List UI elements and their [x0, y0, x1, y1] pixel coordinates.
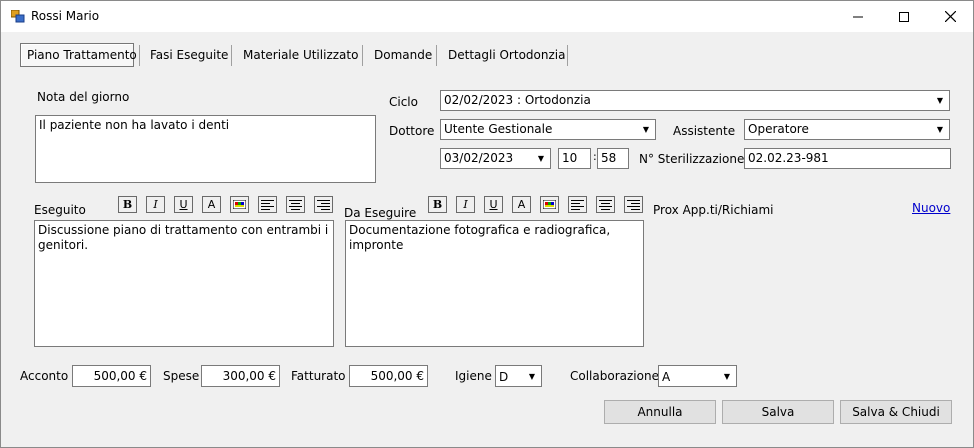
color-button[interactable] [540, 196, 559, 213]
align-right-button[interactable] [624, 196, 643, 213]
align-left-icon [571, 200, 584, 210]
maximize-button[interactable] [881, 1, 927, 32]
color-button[interactable] [230, 196, 249, 213]
chevron-down-icon: ▼ [642, 125, 650, 134]
nota-textarea[interactable]: Il paziente non ha lavato i denti [35, 115, 376, 183]
ciclo-label: Ciclo [389, 95, 418, 109]
dottore-label: Dottore [389, 124, 435, 138]
tab-domande[interactable]: Domande [368, 43, 438, 67]
da-eseguire-label: Da Eseguire [344, 206, 417, 220]
spese-label: Spese [163, 369, 200, 383]
acconto-input[interactable]: 500,00 € [72, 365, 151, 387]
bold-button[interactable]: B [118, 196, 137, 213]
sterilizzazione-label: N° Sterilizzazione [639, 152, 745, 166]
align-left-button[interactable] [568, 196, 587, 213]
annulla-button[interactable]: Annulla [604, 400, 716, 424]
tab-dettagli-ortodonzia[interactable]: Dettagli Ortodonzia [442, 43, 571, 67]
ciclo-value: 02/02/2023 : Ortodonzia [444, 93, 591, 107]
underline-button[interactable]: U [484, 196, 503, 213]
chevron-down-icon: ▼ [936, 125, 944, 134]
font-button[interactable]: A [512, 196, 531, 213]
window-title: Rossi Mario [31, 9, 100, 23]
hour-input[interactable]: 10 [558, 148, 591, 169]
tab-fasi-eseguite[interactable]: Fasi Eseguite [144, 43, 234, 67]
chevron-down-icon: ▼ [936, 96, 944, 105]
close-icon [944, 11, 956, 22]
chevron-down-icon: ▼ [528, 371, 536, 381]
assistente-select[interactable]: Operatore ▼ [744, 119, 950, 140]
eseguito-label: Eseguito [34, 203, 86, 217]
dottore-select[interactable]: Utente Gestionale ▼ [440, 119, 656, 140]
bold-button[interactable]: B [428, 196, 447, 213]
chevron-down-icon: ▼ [537, 154, 545, 163]
align-right-icon [627, 200, 640, 210]
fatturato-input[interactable]: 500,00 € [349, 365, 428, 387]
dialog-window: Rossi Mario Piano Trattamento Fasi Esegu… [0, 0, 974, 448]
igiene-label: Igiene [455, 369, 492, 383]
tab-materiale-utilizzato[interactable]: Materiale Utilizzato [237, 43, 364, 67]
font-button[interactable]: A [202, 196, 221, 213]
align-left-icon [261, 200, 274, 210]
ciclo-select[interactable]: 02/02/2023 : Ortodonzia ▼ [440, 90, 950, 111]
collaborazione-select[interactable]: A ▼ [658, 365, 737, 387]
tab-separator [231, 45, 232, 66]
sterilizzazione-input[interactable]: 02.02.23-981 [744, 148, 951, 169]
assistente-label: Assistente [673, 124, 736, 138]
dottore-value: Utente Gestionale [444, 122, 553, 136]
tab-separator [567, 45, 568, 66]
underline-button[interactable]: U [174, 196, 193, 213]
align-center-button[interactable] [286, 196, 305, 213]
align-right-button[interactable] [314, 196, 333, 213]
tab-separator [139, 45, 140, 66]
collaborazione-label: Collaborazione [570, 369, 659, 383]
fatturato-label: Fatturato [291, 369, 346, 383]
eseguito-textarea[interactable]: Discussione piano di trattamento con ent… [34, 220, 334, 347]
align-right-icon [317, 200, 330, 210]
assistente-value: Operatore [748, 122, 809, 136]
app-icon [11, 10, 25, 23]
salva-button[interactable]: Salva [722, 400, 834, 424]
minimize-icon [853, 16, 863, 17]
align-center-button[interactable] [596, 196, 615, 213]
maximize-icon [899, 11, 909, 22]
prox-label: Prox App.ti/Richiami [653, 203, 774, 217]
align-center-icon [599, 200, 612, 210]
color-palette-icon [543, 200, 556, 209]
da-eseguire-textarea[interactable]: Documentazione fotografica e radiografic… [345, 220, 644, 347]
italic-button[interactable]: I [456, 196, 475, 213]
tab-piano-trattamento[interactable]: Piano Trattamento [20, 43, 137, 67]
igiene-value: D [499, 370, 509, 384]
nuovo-link[interactable]: Nuovo [912, 201, 950, 215]
minimize-button[interactable] [835, 1, 881, 32]
tab-separator [362, 45, 363, 66]
italic-button[interactable]: I [146, 196, 165, 213]
igiene-select[interactable]: D ▼ [495, 365, 542, 387]
align-left-button[interactable] [258, 196, 277, 213]
color-palette-icon [233, 200, 246, 209]
align-center-icon [289, 200, 302, 210]
minute-input[interactable]: 58 [597, 148, 629, 169]
spese-input[interactable]: 300,00 € [201, 365, 280, 387]
collaborazione-value: A [662, 370, 671, 384]
salva-chiudi-button[interactable]: Salva & Chiudi [840, 400, 952, 424]
close-button[interactable] [927, 1, 973, 32]
nota-label: Nota del giorno [37, 90, 130, 104]
date-picker[interactable]: 03/02/2023 ▼ [440, 148, 551, 169]
acconto-label: Acconto [20, 369, 69, 383]
title-bar: Rossi Mario [1, 1, 973, 32]
chevron-down-icon: ▼ [723, 371, 731, 381]
date-value: 03/02/2023 [444, 151, 514, 165]
tab-separator [436, 45, 437, 66]
